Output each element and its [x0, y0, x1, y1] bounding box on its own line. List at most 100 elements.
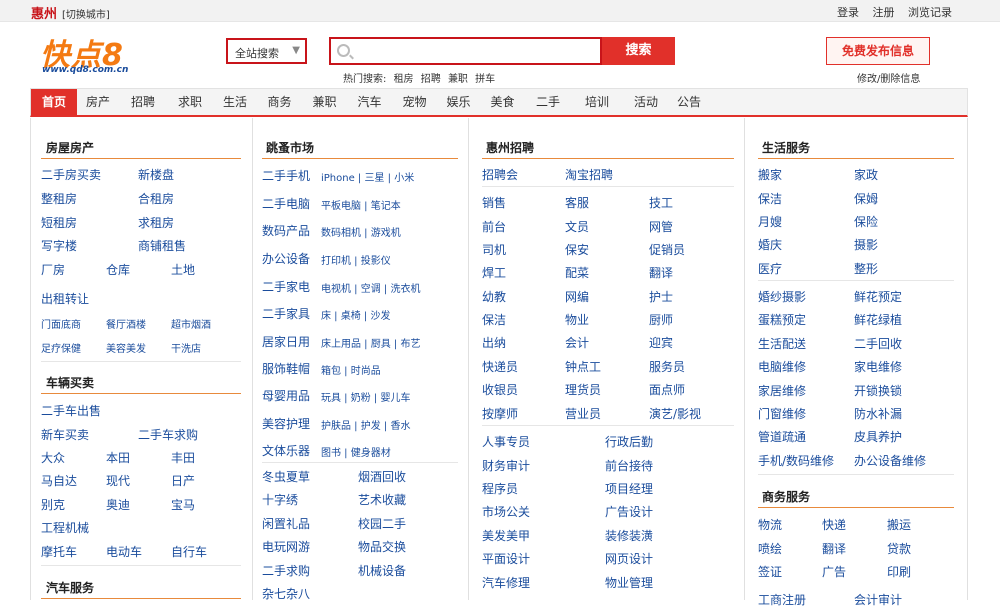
job-link[interactable]: 销售	[482, 194, 506, 211]
market-link[interactable]: 机械设备	[358, 562, 406, 579]
nav-item[interactable]: 商务	[257, 89, 302, 116]
job-link[interactable]: 服务员	[649, 358, 685, 375]
job-link[interactable]: 行政后勤	[605, 433, 653, 450]
vehicle-link[interactable]: 电动车	[106, 543, 142, 560]
service-link[interactable]: 整形	[854, 260, 878, 277]
market-category-link[interactable]: 文体乐器	[262, 442, 310, 459]
service-link[interactable]: 皮具养护	[854, 428, 902, 445]
nav-item[interactable]: 美食	[480, 89, 525, 116]
vehicle-link[interactable]: 别克	[41, 496, 65, 513]
job-link[interactable]: 前台接待	[605, 457, 653, 474]
market-category-link[interactable]: 数码产品	[262, 222, 310, 239]
job-link[interactable]: 司机	[482, 241, 506, 258]
market-category-link[interactable]: 美容护理	[262, 415, 310, 432]
job-link[interactable]: 保安	[565, 241, 589, 258]
job-link[interactable]: 钟点工	[565, 358, 601, 375]
hot-search-link[interactable]: 招聘	[421, 74, 441, 85]
job-link[interactable]: 配菜	[565, 264, 589, 281]
job-link[interactable]: 保洁	[482, 311, 506, 328]
housing-sub-link[interactable]: 超市烟酒	[171, 316, 211, 331]
service-link[interactable]: 手机/数码维修	[758, 452, 834, 469]
market-subcategory-links[interactable]: 床 | 桌椅 | 沙发	[321, 307, 390, 322]
business-link[interactable]: 广告	[822, 563, 846, 580]
housing-link[interactable]: 商铺租售	[138, 237, 186, 254]
hot-search-link[interactable]: 租房	[394, 74, 414, 85]
vehicle-link[interactable]: 日产	[171, 472, 195, 489]
housing-sub-link[interactable]: 门面底商	[41, 316, 81, 331]
job-link[interactable]: 快递员	[482, 358, 518, 375]
market-subcategory-links[interactable]: iPhone | 三星 | 小米	[321, 169, 414, 184]
search-scope-select[interactable]: 全站搜索 ▼	[226, 38, 307, 64]
market-category-link[interactable]: 二手家电	[262, 278, 310, 295]
market-link[interactable]: 电玩网游	[262, 538, 310, 555]
job-link[interactable]: 淘宝招聘	[565, 166, 613, 183]
market-category-link[interactable]: 居家日用	[262, 333, 310, 350]
market-subcategory-links[interactable]: 护肤品 | 护发 | 香水	[321, 417, 410, 432]
market-category-link[interactable]: 办公设备	[262, 250, 310, 267]
nav-item[interactable]: 房产	[77, 89, 119, 116]
market-link[interactable]: 闲置礼品	[262, 515, 310, 532]
job-link[interactable]: 厨师	[649, 311, 673, 328]
market-link[interactable]: 十字绣	[262, 491, 298, 508]
job-link[interactable]: 网页设计	[605, 550, 653, 567]
service-link[interactable]: 生活配送	[758, 335, 806, 352]
housing-link[interactable]: 仓库	[106, 261, 130, 278]
job-link[interactable]: 促销员	[649, 241, 685, 258]
job-link[interactable]: 护士	[649, 288, 673, 305]
job-link[interactable]: 美发美甲	[482, 527, 530, 544]
vehicle-link[interactable]: 现代	[106, 472, 130, 489]
search-button[interactable]: 搜索	[602, 37, 675, 65]
market-link[interactable]: 物品交换	[358, 538, 406, 555]
market-subcategory-links[interactable]: 数码相机 | 游戏机	[321, 224, 401, 239]
market-link[interactable]: 二手求购	[262, 562, 310, 579]
hot-search-link[interactable]: 兼职	[448, 74, 468, 85]
housing-link[interactable]: 二手房买卖	[41, 166, 101, 183]
job-link[interactable]: 网编	[565, 288, 589, 305]
free-post-button[interactable]: 免费发布信息	[826, 37, 930, 65]
job-link[interactable]: 人事专员	[482, 433, 530, 450]
vehicle-link[interactable]: 马自达	[41, 472, 77, 489]
market-subcategory-links[interactable]: 图书 | 健身器材	[321, 444, 391, 459]
nav-item[interactable]: 生活	[213, 89, 257, 116]
vehicle-link[interactable]: 二手车求购	[138, 426, 198, 443]
service-link[interactable]: 管道疏通	[758, 428, 806, 445]
site-logo[interactable]: 快点8 www.qd8.com.cn	[40, 30, 170, 80]
login-link[interactable]: 登录	[837, 6, 859, 19]
market-subcategory-links[interactable]: 电视机 | 空调 | 洗衣机	[321, 280, 420, 295]
job-link[interactable]: 装修装潢	[605, 527, 653, 544]
job-link[interactable]: 程序员	[482, 480, 518, 497]
market-subcategory-links[interactable]: 平板电脑 | 笔记本	[321, 197, 401, 212]
service-link[interactable]: 保险	[854, 213, 878, 230]
service-link[interactable]: 家政	[854, 166, 878, 183]
service-link[interactable]: 保洁	[758, 190, 782, 207]
job-link[interactable]: 理货员	[565, 381, 601, 398]
service-link[interactable]: 家电维修	[854, 358, 902, 375]
nav-item[interactable]: 宠物	[392, 89, 437, 116]
housing-link[interactable]: 合租房	[138, 190, 174, 207]
housing-link[interactable]: 土地	[171, 261, 195, 278]
market-link[interactable]: 冬虫夏草	[262, 468, 310, 485]
vehicle-link[interactable]: 摩托车	[41, 543, 77, 560]
vehicle-link[interactable]: 自行车	[171, 543, 207, 560]
service-link[interactable]: 防水补漏	[854, 405, 902, 422]
service-link[interactable]: 门窗维修	[758, 405, 806, 422]
housing-link[interactable]: 出租转让	[41, 290, 89, 307]
service-link[interactable]: 办公设备维修	[854, 452, 926, 469]
hot-search-link[interactable]: 拼车	[475, 74, 495, 85]
service-link[interactable]: 月嫂	[758, 213, 782, 230]
service-link[interactable]: 电脑维修	[758, 358, 806, 375]
business-link[interactable]: 快递	[822, 516, 846, 533]
nav-item[interactable]: 公告	[669, 89, 709, 116]
service-link[interactable]: 保姆	[854, 190, 878, 207]
market-link[interactable]: 艺术收藏	[358, 491, 406, 508]
market-subcategory-links[interactable]: 玩具 | 奶粉 | 婴儿车	[321, 389, 410, 404]
job-link[interactable]: 会计	[565, 334, 589, 351]
service-link[interactable]: 开锁换锁	[854, 382, 902, 399]
business-link[interactable]: 签证	[758, 563, 782, 580]
job-link[interactable]: 物业管理	[605, 574, 653, 591]
business-link[interactable]: 贷款	[887, 540, 911, 557]
job-link[interactable]: 前台	[482, 218, 506, 235]
vehicle-link[interactable]: 奥迪	[106, 496, 130, 513]
service-link[interactable]: 家居维修	[758, 382, 806, 399]
market-category-link[interactable]: 二手手机	[262, 167, 310, 184]
